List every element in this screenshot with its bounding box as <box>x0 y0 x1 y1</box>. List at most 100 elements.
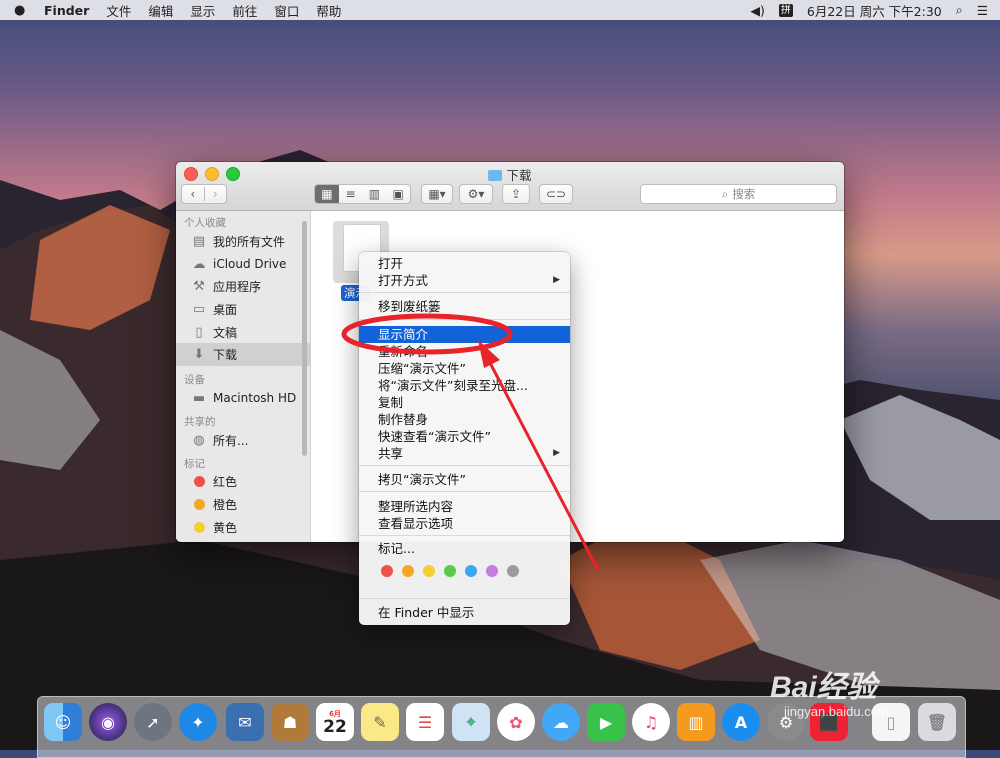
sidebar-item-all-shared[interactable]: ◍ 所有... <box>176 429 310 452</box>
sidebar: 个人收藏 ▤ 我的所有文件 ☁ iCloud Drive ⚒ 应用程序 ▭ 桌面 ▯ 文稿… <box>176 211 311 542</box>
documents-icon: ▯ <box>195 324 203 340</box>
submenu-arrow-icon: ▶ <box>553 448 560 458</box>
network-icon: ◍ <box>193 432 205 448</box>
contacts-icon[interactable]: ☗ <box>271 703 309 741</box>
facetime-icon[interactable]: ▶ <box>587 703 625 741</box>
window-title: 下载 <box>176 165 844 184</box>
applications-icon: ⚒ <box>193 279 205 295</box>
tag-orange-dot[interactable] <box>402 565 414 577</box>
menu-file[interactable]: 文件 <box>106 1 131 20</box>
back-button[interactable]: ‹ <box>182 187 205 201</box>
red-tag-dot <box>194 476 205 488</box>
menu-app-finder[interactable]: Finder <box>44 3 89 18</box>
sidebar-item-downloads[interactable]: ⬇ 下载 <box>176 343 310 367</box>
messages-icon[interactable]: ☁ <box>542 703 580 741</box>
menu-separator <box>359 319 570 320</box>
tag-red-dot[interactable] <box>381 565 393 577</box>
calendar-icon[interactable]: 6月 22 <box>316 703 354 741</box>
siri-icon[interactable]: ◉ <box>89 703 127 741</box>
menu-bar: ● Finder 文件 编辑 显示 前往 窗口 帮助 ◀) 拼 6月22日 周六… <box>0 0 1000 20</box>
menu-item-get-info[interactable]: 显示简介 <box>359 326 570 343</box>
menu-item-copy[interactable]: 拷贝“演示文件” <box>359 471 570 488</box>
icon-view-button[interactable]: ▦ <box>315 185 339 203</box>
share-button[interactable]: ⇪ <box>502 184 530 204</box>
tag-yellow-dot[interactable] <box>423 565 435 577</box>
menu-go[interactable]: 前往 <box>232 1 257 20</box>
menu-view[interactable]: 显示 <box>190 1 215 20</box>
menu-item-clean-up-selection[interactable]: 整理所选内容 <box>359 498 570 515</box>
tag-color-picker <box>381 565 519 577</box>
clock[interactable]: 6月22日 周六 下午2:30 <box>807 1 942 20</box>
sidebar-item-applications[interactable]: ⚒ 应用程序 <box>176 275 310 298</box>
launchpad-icon[interactable]: ➚ <box>134 703 172 741</box>
arrange-button[interactable]: ▦▾ <box>421 184 453 204</box>
ibooks-icon[interactable]: ▥ <box>677 703 715 741</box>
sidebar-item-macintosh-hd[interactable]: ▬ Macintosh HD <box>176 387 310 410</box>
sidebar-scrollbar[interactable] <box>302 221 307 456</box>
safari-icon[interactable]: ✦ <box>179 703 217 741</box>
itunes-icon[interactable]: ♫ <box>632 703 670 741</box>
menu-window[interactable]: 窗口 <box>274 1 299 20</box>
sidebar-item-tag-yellow[interactable]: 黄色 <box>176 516 310 539</box>
baidu-watermark: Bai经验 jingyan.baidu.com <box>770 671 889 719</box>
menu-item-show-view-options[interactable]: 查看显示选项 <box>359 515 570 532</box>
reminders-icon[interactable]: ☰ <box>406 703 444 741</box>
mail-icon[interactable]: ✉ <box>226 703 264 741</box>
sidebar-item-tag-red[interactable]: 红色 <box>176 471 310 494</box>
menu-separator <box>359 292 570 293</box>
menu-item-burn-to-disc[interactable]: 将“演示文件”刻录至光盘... <box>359 377 570 394</box>
input-method-indicator[interactable]: 拼 <box>778 3 793 17</box>
sidebar-item-all-my-files[interactable]: ▤ 我的所有文件 <box>176 230 310 253</box>
search-input[interactable]: ⌕ 搜索 <box>640 184 837 204</box>
sidebar-item-tag-orange[interactable]: 橙色 <box>176 493 310 516</box>
spotlight-search-icon[interactable]: ⌕ <box>956 2 963 18</box>
sidebar-item-icloud-drive[interactable]: ☁ iCloud Drive <box>176 253 310 276</box>
menu-item-compress[interactable]: 压缩“演示文件” <box>359 360 570 377</box>
forward-button[interactable]: › <box>205 187 227 201</box>
action-gear-button[interactable]: ⚙▾ <box>459 184 493 204</box>
menu-item-open-with[interactable]: 打开方式 ▶ <box>359 272 570 289</box>
menu-item-duplicate[interactable]: 复制 <box>359 394 570 411</box>
menu-separator <box>359 535 570 536</box>
notification-center-icon[interactable]: ☰ <box>977 3 988 18</box>
finder-icon[interactable]: ☺ <box>44 703 82 741</box>
photos-icon[interactable]: ✿ <box>497 703 535 741</box>
menu-edit[interactable]: 编辑 <box>148 1 173 20</box>
all-files-icon: ▤ <box>192 233 206 249</box>
menu-item-show-in-finder[interactable]: 在 Finder 中显示 <box>359 604 570 621</box>
download-icon: ⬇ <box>193 347 205 363</box>
app-store-icon[interactable]: A <box>722 703 760 741</box>
menu-item-quick-look[interactable]: 快速查看“演示文件” <box>359 428 570 445</box>
notes-icon[interactable]: ✎ <box>361 703 399 741</box>
menu-item-open[interactable]: 打开 <box>359 255 570 272</box>
volume-icon[interactable]: ◀) <box>750 3 765 18</box>
column-view-button[interactable]: ▥ <box>363 187 387 201</box>
sidebar-item-desktop[interactable]: ▭ 桌面 <box>176 298 310 321</box>
sidebar-header-shared: 共享的 <box>184 415 216 428</box>
tag-purple-dot[interactable] <box>486 565 498 577</box>
hard-drive-icon: ▬ <box>192 390 206 406</box>
yellow-tag-dot <box>194 521 205 533</box>
coverflow-view-button[interactable]: ▣ <box>386 187 410 201</box>
search-icon: ⌕ <box>721 186 729 201</box>
sidebar-item-documents[interactable]: ▯ 文稿 <box>176 321 310 344</box>
menu-help[interactable]: 帮助 <box>316 1 341 20</box>
downloads-folder-icon <box>488 170 503 181</box>
tag-green-dot[interactable] <box>444 565 456 577</box>
list-view-button[interactable]: ≡ <box>339 187 363 201</box>
menu-item-rename[interactable]: 重新命名 <box>359 343 570 360</box>
tag-blue-dot[interactable] <box>465 565 477 577</box>
tag-gray-dot[interactable] <box>507 565 519 577</box>
menu-item-make-alias[interactable]: 制作替身 <box>359 411 570 428</box>
menu-item-tags[interactable]: 标记... <box>359 540 570 557</box>
tag-button[interactable]: ⊂⊃ <box>539 184 573 204</box>
maps-icon[interactable]: ⌖ <box>452 703 490 741</box>
submenu-arrow-icon: ▶ <box>553 275 560 285</box>
apple-icon[interactable]: ● <box>14 3 30 18</box>
sidebar-header-tags: 标记 <box>184 457 205 470</box>
menu-separator <box>359 465 570 466</box>
menu-item-move-to-trash[interactable]: 移到废纸篓 <box>359 298 570 315</box>
cloud-icon: ☁ <box>192 256 206 272</box>
view-mode-control: ▦ ≡ ▥ ▣ <box>314 184 411 204</box>
menu-item-share[interactable]: 共享 ▶ <box>359 445 570 462</box>
